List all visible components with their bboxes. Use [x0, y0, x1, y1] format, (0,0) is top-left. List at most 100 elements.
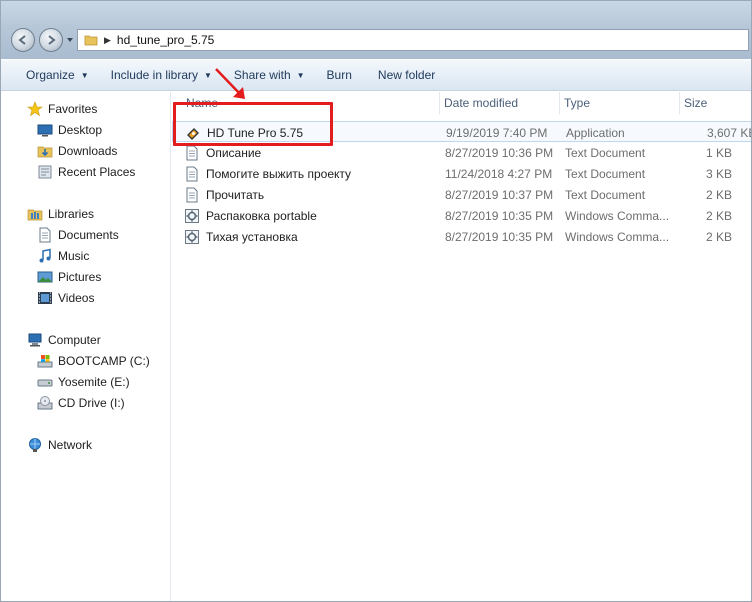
- file-name-cell: Тихая установка: [184, 226, 298, 247]
- sidebar-item-label: Recent Places: [58, 165, 136, 179]
- column-header-type[interactable]: Type: [560, 92, 680, 114]
- include-in-library-button[interactable]: Include in library ▼: [103, 63, 220, 87]
- text-document-icon: [186, 187, 198, 202]
- file-size: 3 KB: [706, 166, 733, 181]
- downloads-icon: [37, 146, 53, 158]
- breadcrumb-separator-icon[interactable]: ▶: [104, 35, 111, 46]
- file-row-pomogite[interactable]: Помогите выжить проекту 11/24/2018 4:27 …: [172, 163, 751, 184]
- sidebar-item-yosemite-drive[interactable]: Yosemite (E:): [1, 372, 169, 392]
- arrow-left-icon: [18, 35, 26, 45]
- sidebar-item-network[interactable]: Network: [1, 435, 169, 455]
- arrow-right-icon: [48, 35, 56, 45]
- column-header-size[interactable]: Size: [680, 92, 751, 114]
- file-size: 2 KB: [706, 187, 733, 202]
- pictures-icon: [37, 271, 53, 283]
- forward-button[interactable]: [39, 28, 63, 52]
- sidebar-item-downloads[interactable]: Downloads: [1, 141, 169, 161]
- file-size: 2 KB: [706, 229, 733, 244]
- file-type: Windows Comma...: [565, 229, 670, 244]
- command-bar: Organize ▼ Include in library ▼ Share with…: [1, 59, 751, 91]
- breadcrumb-current-folder[interactable]: hd_tune_pro_5.75: [117, 33, 214, 47]
- sidebar-item-label: Network: [48, 438, 93, 452]
- file-name: Прочитать: [206, 187, 265, 202]
- file-name-cell: Прочитать: [184, 184, 264, 205]
- network-icon: [29, 438, 41, 452]
- chevron-down-icon: ▼: [296, 70, 305, 80]
- column-header-date-modified[interactable]: Date modified: [440, 92, 560, 114]
- burn-label: Burn: [326, 68, 352, 82]
- sidebar-item-videos[interactable]: Videos: [1, 288, 169, 308]
- sidebar-item-label: Favorites: [48, 102, 98, 116]
- cd-drive-icon: [37, 396, 53, 410]
- organize-button[interactable]: Organize ▼: [18, 63, 97, 87]
- chevron-down-icon: ▼: [204, 70, 212, 80]
- documents-icon: [39, 227, 51, 243]
- explorer-window: ▶ hd_tune_pro_5.75 Organize ▼ Include in …: [0, 0, 752, 602]
- star-icon: [27, 101, 43, 117]
- file-name-cell: Распаковка portable: [184, 205, 317, 226]
- file-date: 9/19/2019 7:40 PM: [446, 125, 548, 140]
- sidebar-item-documents[interactable]: Documents: [1, 225, 169, 245]
- file-row-tikhaya-ustanovka[interactable]: Тихая установка 8/27/2019 10:35 PM Windo…: [172, 226, 751, 247]
- file-row-raspakovka[interactable]: Распаковка portable 8/27/2019 10:35 PM W…: [172, 205, 751, 226]
- sidebar-item-music[interactable]: Music: [1, 246, 169, 266]
- sidebar-item-favorites[interactable]: Favorites: [1, 99, 169, 119]
- file-size: 3,607 KB: [707, 125, 752, 140]
- text-document-icon: [186, 145, 198, 160]
- sidebar-item-label: Downloads: [58, 144, 118, 158]
- file-name: Распаковка portable: [206, 208, 317, 223]
- recent-places-icon: [38, 165, 52, 179]
- file-name: Помогите выжить проекту: [206, 166, 352, 181]
- include-in-library-label: Include in library: [110, 68, 198, 82]
- sidebar-item-bootcamp-drive[interactable]: BOOTCAMP (C:): [1, 351, 169, 371]
- organize-label: Organize: [26, 68, 75, 82]
- new-folder-label: New folder: [377, 68, 436, 82]
- desktop-icon: [37, 124, 53, 137]
- file-date: 11/24/2018 4:27 PM: [445, 166, 553, 181]
- address-bar[interactable]: ▶ hd_tune_pro_5.75: [77, 29, 749, 51]
- recent-pages-dropdown-icon[interactable]: [65, 34, 75, 46]
- sidebar-item-label: CD Drive (I:): [58, 396, 125, 410]
- libraries-icon: [27, 209, 43, 221]
- sidebar-item-desktop[interactable]: Desktop: [1, 120, 169, 140]
- file-date: 8/27/2019 10:35 PM: [445, 229, 554, 244]
- sidebar-item-label: Yosemite (E:): [58, 375, 130, 389]
- music-icon: [39, 248, 51, 263]
- file-type: Text Document: [565, 166, 646, 181]
- file-row-prochitat[interactable]: Прочитать 8/27/2019 10:37 PM Text Docume…: [172, 184, 751, 205]
- videos-icon: [38, 292, 52, 304]
- text-document-icon: [186, 166, 198, 181]
- sidebar-item-label: Pictures: [58, 270, 102, 284]
- navigation-pane: Favorites Desktop Downloads Recent Place…: [1, 92, 171, 601]
- sidebar-item-label: BOOTCAMP (C:): [58, 354, 150, 368]
- sidebar-item-recent-places[interactable]: Recent Places: [1, 162, 169, 182]
- file-type: Windows Comma...: [565, 208, 670, 223]
- file-type: Text Document: [565, 187, 646, 202]
- file-list: Name Date modified Type Size HD Tune Pro…: [172, 92, 752, 601]
- file-date: 8/27/2019 10:36 PM: [445, 145, 554, 160]
- sidebar-item-label: Music: [58, 249, 90, 263]
- folder-icon: [84, 35, 98, 46]
- new-folder-button[interactable]: New folder: [370, 63, 443, 87]
- title-bar: ▶ hd_tune_pro_5.75: [1, 1, 751, 59]
- annotation-arrow-icon: [215, 68, 245, 99]
- sidebar-item-label: Documents: [58, 228, 119, 242]
- batch-file-icon: [185, 208, 199, 223]
- file-name-cell: Помогите выжить проекту: [184, 163, 351, 184]
- file-name: Описание: [206, 145, 262, 160]
- annotation-highlight-box: [173, 102, 333, 146]
- sidebar-item-pictures[interactable]: Pictures: [1, 267, 169, 287]
- sidebar-item-computer[interactable]: Computer: [1, 330, 169, 350]
- drive-c-icon: [37, 355, 53, 368]
- file-size: 1 KB: [706, 145, 733, 160]
- file-type: Text Document: [565, 145, 646, 160]
- sidebar-item-label: Computer: [48, 333, 101, 347]
- sidebar-item-libraries[interactable]: Libraries: [1, 204, 169, 224]
- sidebar-item-label: Libraries: [48, 207, 95, 221]
- computer-icon: [28, 333, 42, 347]
- file-type: Application: [566, 125, 625, 140]
- sidebar-item-cd-drive[interactable]: CD Drive (I:): [1, 393, 169, 413]
- batch-file-icon: [185, 229, 199, 244]
- back-button[interactable]: [11, 28, 35, 52]
- burn-button[interactable]: Burn: [319, 63, 360, 87]
